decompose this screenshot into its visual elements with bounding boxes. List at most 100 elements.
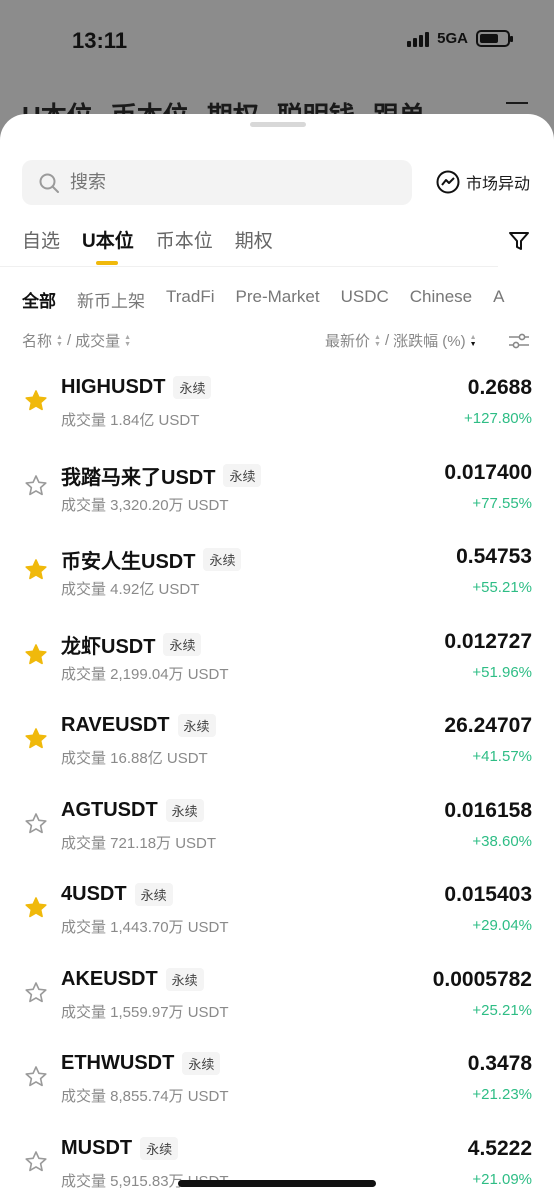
tab-coinm[interactable]: 币本位 <box>156 226 213 263</box>
volume-text: 成交量 4.92亿 USDT <box>61 581 200 598</box>
search-icon <box>39 173 59 193</box>
perpetual-badge: 永续 <box>140 1136 179 1160</box>
price-change: +29.04% <box>472 917 532 934</box>
favorite-star-icon[interactable] <box>24 981 48 1005</box>
pair-name: HIGHUSDT <box>61 376 166 398</box>
pair-info: RAVEUSDT 永续 <box>61 714 216 737</box>
search-bar[interactable] <box>22 160 412 205</box>
pair-name: RAVEUSDT <box>61 714 170 736</box>
market-sheet: 市场异动 自选 U本位 币本位 期权 全部 新币上架 TradFi Pre-Ma… <box>0 114 554 1200</box>
perpetual-badge: 永续 <box>134 883 173 906</box>
filter-icon[interactable] <box>508 230 530 252</box>
pair-name: 我踏马来了USDT <box>61 466 216 489</box>
subtab-pre-market[interactable]: Pre-Market <box>236 287 320 312</box>
perpetual-badge: 永续 <box>165 798 204 822</box>
favorite-star-icon[interactable] <box>24 1150 48 1174</box>
price-change: +21.09% <box>472 1170 532 1188</box>
pair-name: 4USDT <box>61 883 127 905</box>
home-indicator[interactable] <box>178 1180 376 1187</box>
subtab-tradfi[interactable]: TradFi <box>166 287 215 312</box>
pair-name: AGTUSDT <box>61 798 158 821</box>
last-price: 0.012727 <box>444 629 532 653</box>
last-price: 0.016158 <box>444 798 532 822</box>
market-row[interactable]: 币安人生USDT 永续成交量 4.92亿 USDT 0.54753 +55.21% <box>0 537 554 622</box>
tabs-divider <box>0 266 498 267</box>
pair-name: MUSDT <box>61 1136 133 1159</box>
sort-by-change[interactable]: 涨跌幅 (%) <box>393 330 466 351</box>
tab-favorites[interactable]: 自选 <box>22 226 60 263</box>
market-row[interactable]: MUSDT 永续 成交量 5,915.83万 USDT 4.5222 +21.09% <box>0 1129 554 1200</box>
category-tabs: 全部 新币上架 TradFi Pre-Market USDC Chinese A <box>22 287 504 312</box>
perpetual-badge: 永续 <box>182 1052 221 1075</box>
sort-by-volume[interactable]: 成交量 <box>75 330 120 351</box>
last-price: 26.24707 <box>444 714 532 737</box>
market-row[interactable]: RAVEUSDT 永续 成交量 16.88亿 USDT 26.24707 +41.57% <box>0 706 554 791</box>
status-time: 13:11 <box>72 28 128 53</box>
market-movers-button[interactable]: 市场异动 <box>436 170 530 194</box>
subtab-more[interactable]: A <box>493 287 504 312</box>
market-row[interactable]: 龙虾USDT 永续成交量 2,199.04万 USDT 0.012727 +51.96… <box>0 622 554 707</box>
pair-name: ETHWUSDT <box>61 1052 175 1074</box>
sort-by-name[interactable]: 名称 <box>22 330 52 351</box>
favorite-star-icon[interactable] <box>24 1065 48 1089</box>
subtab-chinese[interactable]: Chinese <box>410 287 472 312</box>
last-price: 0.017400 <box>444 460 532 484</box>
volume-text: 成交量 3,320.20万 USDT <box>61 496 229 514</box>
favorite-star-icon[interactable] <box>24 389 48 413</box>
perpetual-badge: 永续 <box>173 376 212 399</box>
market-row[interactable]: ETHWUSDT 永续成交量 8,855.74万 USDT 0.3478 +21.23… <box>0 1044 554 1129</box>
market-row[interactable]: AKEUSDT 永续 成交量 1,559.97万 USDT 0.0005782 +25.… <box>0 960 554 1045</box>
column-settings-icon[interactable] <box>508 332 530 350</box>
volume-text: 成交量 8,855.74万 USDT <box>61 1088 229 1105</box>
pair-info: 4USDT 永续 <box>61 883 173 906</box>
last-price: 0.54753 <box>456 545 532 568</box>
pair-info: AKEUSDT 永续 <box>61 967 204 991</box>
pair-info: 龙虾USDT 永续 <box>61 630 202 659</box>
market-row[interactable]: AGTUSDT 永续 成交量 721.18万 USDT 0.016158 +38.60% <box>0 791 554 876</box>
favorite-star-icon[interactable] <box>24 643 48 667</box>
sort-by-price[interactable]: 最新价 <box>325 330 370 351</box>
pair-info: ETHWUSDT 永续 <box>61 1052 221 1075</box>
market-row[interactable]: 4USDT 永续成交量 1,443.70万 USDT 0.015403 +29.04% <box>0 875 554 960</box>
volume-text: 成交量 1,559.97万 USDT <box>61 1003 229 1021</box>
subtab-all[interactable]: 全部 <box>22 287 56 312</box>
volume-text: 成交量 2,199.04万 USDT <box>61 665 229 683</box>
market-list: HIGHUSDT 永续 成交量 1.84亿 USDT 0.2688 +127.80% 我踏… <box>0 368 554 1200</box>
sort-arrows-icon: ▲ ▼ <box>56 333 63 348</box>
favorite-star-icon[interactable] <box>24 558 48 582</box>
pair-name: AKEUSDT <box>61 967 158 990</box>
volume-text: 成交量 1,443.70万 USDT <box>61 919 229 936</box>
market-row[interactable]: 我踏马来了USDT 永续 成交量 3,320.20万 USDT 0.017400 +77… <box>0 453 554 538</box>
subtab-new-listing[interactable]: 新币上架 <box>77 287 145 312</box>
price-change: +51.96% <box>472 663 532 681</box>
subtab-usdc[interactable]: USDC <box>341 287 389 312</box>
favorite-star-icon[interactable] <box>24 812 48 836</box>
market-row[interactable]: HIGHUSDT 永续 成交量 1.84亿 USDT 0.2688 +127.80% <box>0 368 554 453</box>
battery-icon <box>476 30 513 47</box>
trend-icon <box>436 170 460 194</box>
pair-info: 币安人生USDT 永续 <box>61 545 242 574</box>
volume-text: 成交量 16.88亿 USDT <box>61 750 208 767</box>
favorite-star-icon[interactable] <box>24 896 48 920</box>
column-header-right: 最新价 ▲ ▼ / 涨跌幅 (%) ▲ ▼ <box>325 330 477 351</box>
perpetual-badge: 永续 <box>203 548 242 571</box>
price-change: +21.23% <box>472 1086 532 1103</box>
last-price: 0.3478 <box>467 1052 532 1075</box>
favorite-star-icon[interactable] <box>24 727 48 751</box>
price-change: +38.60% <box>472 832 532 850</box>
tab-usdm[interactable]: U本位 <box>82 226 134 265</box>
signal-icon <box>407 31 430 47</box>
tab-options[interactable]: 期权 <box>235 226 273 263</box>
price-change: +77.55% <box>472 494 532 512</box>
last-price: 0.015403 <box>444 883 532 906</box>
sort-desc-icon: ▲ ▼ <box>469 333 477 348</box>
sheet-grabber[interactable] <box>250 122 306 127</box>
price-change: +55.21% <box>472 579 532 596</box>
market-tabs: 自选 U本位 币本位 期权 <box>22 226 273 265</box>
column-header-left: 名称 ▲ ▼ / 成交量 ▲ ▼ <box>22 330 132 351</box>
favorite-star-icon[interactable] <box>24 474 48 498</box>
perpetual-badge: 永续 <box>177 714 216 737</box>
price-change: +127.80% <box>464 410 532 427</box>
search-input[interactable] <box>70 172 370 193</box>
pair-name: 龙虾USDT <box>61 635 156 658</box>
